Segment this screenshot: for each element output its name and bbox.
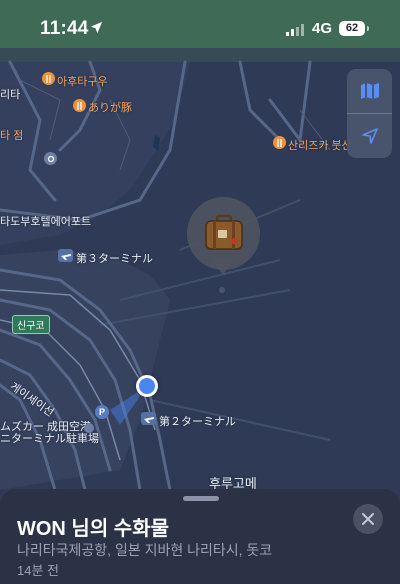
pin-anchor [219,287,225,293]
fork-knife-icon[interactable] [273,136,286,149]
battery-icon: 62 [339,21,365,36]
item-info-sheet[interactable]: WON 님의 수화물 나리타국제공항, 일본 지바현 나리타시, 돗코 14분 … [0,489,400,584]
signal-bars-icon [286,23,308,41]
fork-knife-icon[interactable] [73,99,86,112]
map-mode-button[interactable] [347,69,392,113]
road-sign-sinkuko: 신구코 [12,315,50,334]
fork-knife-icon[interactable] [42,72,55,85]
status-bar: 11:44 4G 62 [0,0,400,56]
poi-label-ri: 리타 [0,89,21,101]
sheet-grabber[interactable] [183,496,219,501]
poi-label-ta-jeom[interactable]: 타 점 [0,127,23,143]
location-arrow-icon [90,21,103,39]
location-arrow-icon [361,128,378,144]
map-icon [360,83,379,99]
map-controls [347,69,392,158]
item-pin[interactable] [187,197,260,275]
poi-label-arigabuta[interactable]: ありが豚 [88,99,132,115]
poi-label-sanrizuka[interactable]: 산리즈카 붓산 [288,137,352,153]
item-title: WON 님의 수화물 [17,518,169,540]
terminal2-label[interactable]: 第２ターミナル [159,413,236,429]
suitcase-icon [205,214,243,250]
status-time: 11:44 [40,18,89,39]
poi-marker-icon[interactable] [84,423,94,433]
poi-marker-icon[interactable] [44,152,57,165]
user-location-icon[interactable] [136,375,158,397]
parking-icon[interactable]: P [95,405,109,419]
poi-label-hotel[interactable]: 타도부호텔에어포트 [0,213,91,229]
terminal3-label[interactable]: 第３ターミナル [76,250,153,266]
poi-label-ahurukuu[interactable]: 아후타구우 [57,73,108,89]
item-last-seen: 14분 전 [17,563,59,578]
airport-icon[interactable] [141,412,156,425]
item-address: 나리타국제공항, 일본 지바현 나리타시, 돗코 [17,542,273,558]
close-icon [362,513,374,525]
battery-tip [367,26,369,31]
parking-label-line2[interactable]: ニターミナル駐車場 [0,430,99,446]
locate-button[interactable] [347,114,392,158]
airport-icon[interactable] [58,249,73,262]
network-type: 4G [312,20,333,37]
close-button[interactable] [353,504,383,534]
